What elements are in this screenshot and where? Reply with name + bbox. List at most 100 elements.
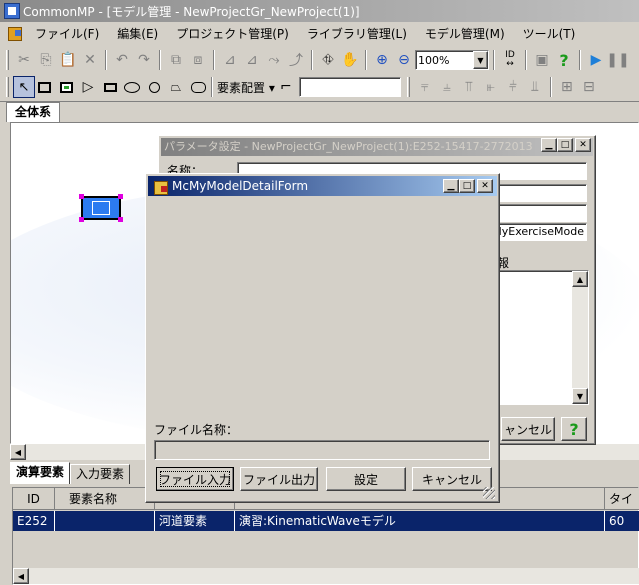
cut-icon[interactable]: ✂ [13,49,35,71]
align-center-icon[interactable]: ⫩ [502,76,524,98]
menu-edit[interactable]: 編集(E) [108,24,167,44]
toolbar-grip[interactable] [406,77,410,97]
minimize-icon[interactable]: ▁ [443,179,459,193]
align-left-icon[interactable]: ⫦ [480,76,502,98]
settings-button[interactable]: 設定 [326,467,406,491]
scroll-left-icon[interactable]: ◀ [10,444,26,460]
file-input-button[interactable]: ファイル入力 [156,467,234,491]
route-icon[interactable]: ⛗ [317,49,339,71]
selection-handle[interactable] [79,217,84,222]
selection-handle[interactable] [118,194,123,199]
close-icon[interactable]: ✕ [575,138,591,152]
river-element-node[interactable] [79,194,123,222]
resize-grip-icon[interactable] [483,487,495,499]
detail-form-title: McMyModelDetailForm [172,179,309,193]
paste-icon[interactable]: 📋 [57,49,79,71]
cancel-button[interactable]: キャンセル [412,467,492,491]
tab-overall-system[interactable]: 全体系 [6,102,61,122]
trapezoid-icon[interactable]: ⏢ [167,78,185,96]
undo-icon[interactable]: ↶ [111,49,133,71]
circle-icon[interactable] [145,78,163,96]
zoom-value: 100% [418,53,450,67]
grid-horizontal-scrollbar[interactable]: ◀ [13,568,639,584]
maximize-icon[interactable]: □ [557,138,573,152]
cell-time: 60 [609,514,625,528]
param-help-button[interactable]: ? [561,417,587,441]
file-name-field[interactable] [154,440,490,460]
copy-icon[interactable]: ⎘ [35,49,57,71]
selection-handle[interactable] [79,194,84,199]
align-top-icon[interactable]: ⫧ [414,76,436,98]
layout-dropdown[interactable]: 要素配置 ▾ [217,79,275,96]
toolbar-grip[interactable] [6,50,9,70]
toolbar-separator [159,50,161,70]
tab-calc-elements[interactable]: 演算要素 [10,462,71,484]
filled-rectangle-icon[interactable] [101,78,119,96]
minimize-icon[interactable]: ▁ [541,138,557,152]
zoom-in-icon[interactable]: ⊕ [371,49,393,71]
table-row[interactable]: E252 河道要素 演習:KinematicWaveモデル 60 [13,511,639,531]
chevron-down-icon[interactable]: ▼ [473,51,488,69]
id-toggle-icon[interactable]: ID ↔ [499,49,521,71]
scroll-left-icon[interactable]: ◀ [13,568,29,584]
divider [0,101,639,102]
main-title-bar: CommonMP - [モデル管理 - NewProjectGr_NewProj… [0,0,639,22]
menu-model[interactable]: モデル管理(M) [416,24,514,44]
distribute-v-icon[interactable]: ⊟ [578,76,600,98]
green-rectangle-icon[interactable] [57,78,75,96]
toolbar-grip[interactable] [6,77,9,97]
toolbar-separator [105,50,107,70]
menu-library[interactable]: ライブラリ管理(L) [298,24,416,44]
connector-icon[interactable]: ⌐ [275,76,297,98]
selection-handle[interactable] [118,217,123,222]
distribute-h-icon[interactable]: ⊞ [556,76,578,98]
menu-project[interactable]: プロジェクト管理(P) [167,24,298,44]
group-icon[interactable]: ⧉ [165,49,187,71]
vertical-scrollbar[interactable]: ▲ ▼ [572,271,588,404]
info-textarea[interactable]: ▲ ▼ [489,270,589,405]
pointer-icon[interactable]: ↖ [13,76,35,98]
ungroup-icon[interactable]: ⧈ [187,49,209,71]
close-icon[interactable]: ✕ [477,179,493,193]
disconnect-icon[interactable]: ⊿ [241,49,263,71]
tab-input-elements[interactable]: 入力要素 [70,464,131,484]
align-bottom-icon[interactable]: ⫪ [458,76,480,98]
link-icon[interactable]: ⤳ [263,49,285,71]
window-title: CommonMP - [モデル管理 - NewProjectGr_NewProj… [23,4,360,19]
hand-icon[interactable]: ✋ [339,49,361,71]
menu-tools[interactable]: ツール(T) [514,24,585,44]
redo-icon[interactable]: ↷ [133,49,155,71]
mdi-child-icon[interactable] [8,27,22,41]
menu-file[interactable]: ファイル(F) [26,24,108,44]
column-header-time[interactable]: タイム [605,488,639,528]
triangle-icon[interactable]: ▷ [79,78,97,96]
help-icon[interactable]: ? [553,49,575,71]
file-output-button[interactable]: ファイル出力 [240,467,318,491]
delete-icon[interactable]: ✕ [79,49,101,71]
unlink-icon[interactable]: ⤴ [285,49,307,71]
toolbar-text-field[interactable] [298,77,401,97]
node-symbol-icon [92,201,110,215]
pause-icon[interactable]: ❚❚ [606,49,629,71]
toolbar-separator [365,50,367,70]
connect-icon[interactable]: ⊿ [219,49,241,71]
column-header-id[interactable]: ID [13,488,55,510]
zoom-select[interactable]: 100% ▼ [415,50,489,70]
align-middle-icon[interactable]: ⫨ [436,76,458,98]
play-icon[interactable]: ▶ [585,49,607,71]
cell-name [55,511,155,531]
toolbar-separator [213,50,215,70]
scroll-up-icon[interactable]: ▲ [572,271,588,287]
ellipse-icon[interactable] [123,78,141,96]
maximize-icon[interactable]: □ [459,179,475,193]
toolbar-separator [525,50,527,70]
cell-model: 演習:KinematicWaveモデル [235,511,605,531]
zoom-out-icon[interactable]: ⊖ [393,49,415,71]
rectangle-icon[interactable] [35,78,53,96]
properties-icon[interactable]: ▣ [531,49,553,71]
column-header-name[interactable]: 要素名称 [55,488,155,510]
rounded-rectangle-icon[interactable] [189,78,207,96]
param-cancel-button[interactable]: ャンセル [501,417,555,441]
scroll-down-icon[interactable]: ▼ [572,388,588,404]
align-right-icon[interactable]: ⫫ [524,76,546,98]
